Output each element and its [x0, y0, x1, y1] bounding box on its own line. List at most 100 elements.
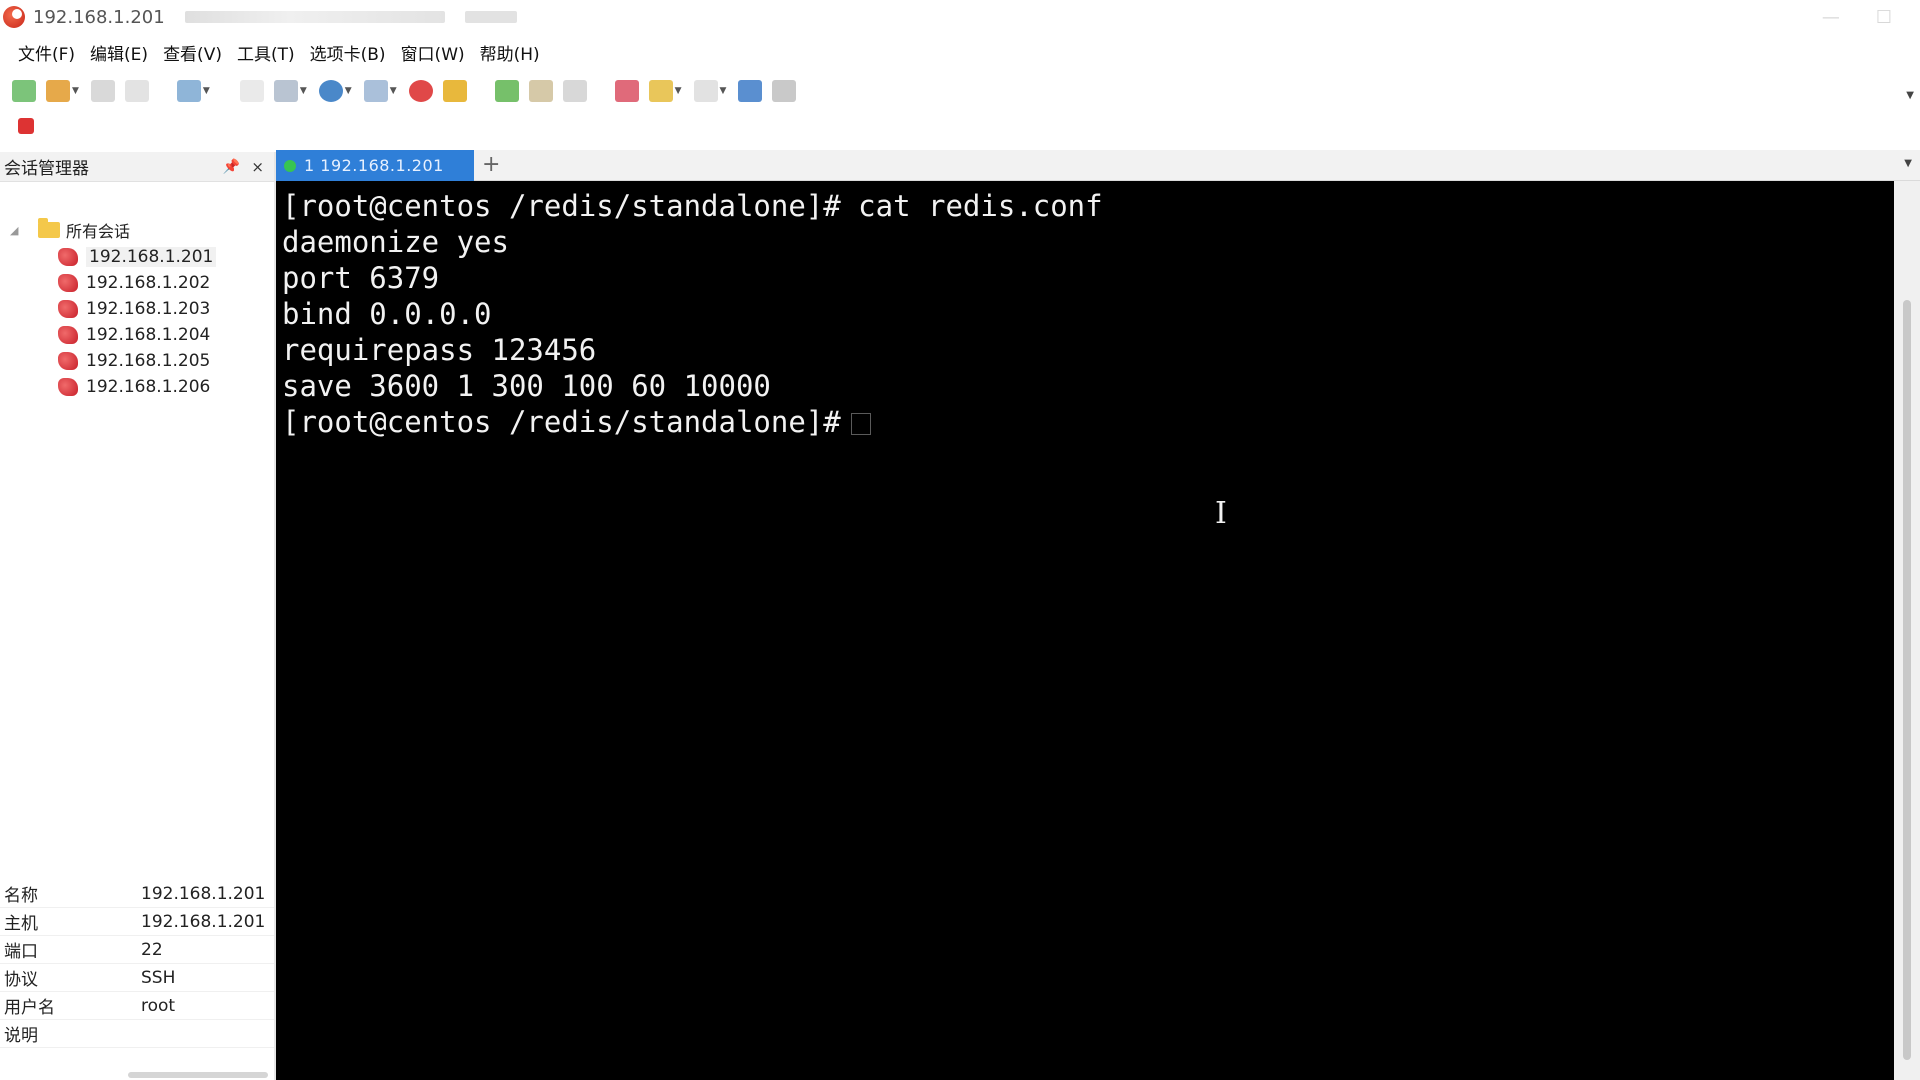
session-icon [58, 274, 78, 292]
chevron-down-icon[interactable]: ▼ [72, 86, 79, 96]
terminal-line: port 6379 [282, 261, 440, 295]
session-list: 192.168.1.201 192.168.1.202 192.168.1.20… [58, 244, 217, 400]
session-icon [58, 300, 78, 318]
session-label: 192.168.1.201 [86, 247, 217, 267]
property-value: root [141, 995, 176, 1016]
session-item[interactable]: 192.168.1.202 [58, 270, 216, 296]
menu-tabs[interactable]: 选项卡(B) [310, 40, 386, 65]
property-row: 说明 [0, 1020, 274, 1048]
property-key: 说明 [4, 1026, 38, 1046]
settings-icon[interactable] [562, 80, 587, 102]
maximize-icon[interactable]: ☐ [1876, 7, 1892, 28]
menu-window[interactable]: 窗口(W) [401, 40, 465, 65]
toolbar-row-2 [18, 118, 34, 139]
window-title: 192.168.1.201 [33, 6, 165, 28]
property-key: 端口 [4, 942, 38, 962]
chevron-down-icon[interactable]: ▼ [345, 86, 352, 96]
property-key: 用户名 [4, 998, 55, 1018]
tab-label: 1 192.168.1.201 [304, 156, 444, 175]
lock-icon[interactable] [408, 80, 433, 102]
menu-help[interactable]: 帮助(H) [480, 40, 540, 65]
tab-list-chevron-icon[interactable]: ▼ [1904, 158, 1912, 169]
session-item[interactable]: 192.168.1.204 [58, 322, 216, 348]
property-value: 192.168.1.201 [141, 883, 266, 904]
property-row: 主机 192.168.1.201 [0, 908, 274, 936]
close-icon[interactable]: × [251, 158, 264, 176]
copy-icon[interactable] [239, 80, 264, 102]
new-tab-button[interactable]: + [482, 152, 500, 177]
text-cursor [850, 413, 871, 435]
terminal-line: requirepass 123456 [282, 333, 597, 367]
ibeam-cursor-icon: I [1215, 496, 1227, 531]
disconnect-icon[interactable] [124, 80, 149, 102]
tab-session-201[interactable]: 1 192.168.1.201 [276, 150, 474, 181]
property-row: 用户名 root [0, 992, 274, 1020]
minimize-icon[interactable]: — [1822, 7, 1840, 28]
sftp-icon[interactable] [494, 80, 519, 102]
session-manager-header: 会话管理器 📌 × [0, 152, 274, 182]
terminal[interactable]: [root@centos /redis/standalone]# cat red… [276, 181, 1894, 1080]
chevron-down-icon[interactable]: ▼ [675, 86, 682, 96]
find-icon[interactable] [363, 80, 388, 102]
property-value: SSH [141, 967, 176, 988]
globe-icon[interactable] [318, 80, 343, 102]
terminal-scrollbar-thumb[interactable] [1903, 300, 1911, 1060]
chevron-down-icon[interactable]: ▼ [203, 86, 210, 96]
menu-tools[interactable]: 工具(T) [237, 40, 295, 65]
session-properties: 名称 192.168.1.201 主机 192.168.1.201 端口 22 … [0, 880, 274, 1080]
menu-edit[interactable]: 编辑(E) [90, 40, 148, 65]
tab-strip: 1 192.168.1.201 + ▼ [276, 150, 1920, 181]
session-tree: ◢ 所有会话 192.168.1.201 192.168.1.202 192.1… [0, 182, 274, 868]
chevron-down-icon[interactable]: ▼ [720, 86, 727, 96]
menu-view[interactable]: 查看(V) [163, 40, 222, 65]
property-key: 协议 [4, 970, 38, 990]
app-logo-icon [3, 6, 25, 28]
print-icon[interactable] [442, 80, 467, 102]
menu-file[interactable]: 文件(F) [18, 40, 75, 65]
session-label: 192.168.1.206 [86, 377, 211, 397]
session-item[interactable]: 192.168.1.203 [58, 296, 216, 322]
script-icon[interactable] [693, 80, 718, 102]
keymap-icon[interactable] [648, 80, 673, 102]
session-icon [58, 248, 78, 266]
bookmark-icon[interactable] [18, 118, 34, 134]
property-value: 22 [141, 939, 163, 960]
tree-root-all-sessions[interactable]: ◢ 所有会话 [10, 218, 130, 242]
transfer-icon[interactable] [528, 80, 553, 102]
horizontal-scrollbar[interactable] [128, 1072, 268, 1078]
terminal-prompt-line: [root@centos /redis/standalone]# [282, 404, 1894, 440]
new-session-icon[interactable] [176, 80, 201, 102]
terminal-line: save 3600 1 300 100 60 10000 [282, 369, 771, 403]
quick-connect-icon[interactable] [46, 80, 70, 102]
tree-root-label: 所有会话 [66, 222, 131, 241]
terminal-line: [root@centos /redis/standalone]# cat red… [282, 189, 1103, 223]
session-item[interactable]: 192.168.1.201 [58, 244, 217, 270]
session-icon [58, 326, 78, 344]
session-icon [58, 378, 78, 396]
toolbar-overflow-icon[interactable]: ▼ [1906, 90, 1914, 101]
folder-icon [38, 218, 60, 238]
window-controls: — ☐ [1822, 7, 1892, 28]
property-row: 端口 22 [0, 936, 274, 964]
property-row: 协议 SSH [0, 964, 274, 992]
session-item[interactable]: 192.168.1.205 [58, 348, 216, 374]
title-blurred-text-2 [464, 11, 517, 23]
collapse-icon[interactable]: ◢ [10, 224, 24, 237]
chevron-down-icon[interactable]: ▼ [300, 86, 307, 96]
color-icon[interactable] [614, 80, 639, 102]
list-icon[interactable] [772, 80, 797, 102]
menu-bar: 文件(F) 编辑(E) 查看(V) 工具(T) 选项卡(B) 窗口(W) 帮助(… [0, 38, 1920, 66]
connected-status-icon [284, 159, 296, 172]
session-item[interactable]: 192.168.1.206 [58, 374, 216, 400]
chevron-down-icon[interactable]: ▼ [390, 86, 397, 96]
pin-icon[interactable]: 📌 [223, 159, 240, 175]
help-icon[interactable] [738, 80, 763, 102]
title-bar: 192.168.1.201 — ☐ [0, 0, 1920, 34]
property-row: 名称 192.168.1.201 [0, 880, 274, 908]
reconnect-icon[interactable] [90, 80, 115, 102]
paste-icon[interactable] [273, 80, 298, 102]
title-blurred-text [184, 11, 445, 23]
session-label: 192.168.1.203 [86, 299, 211, 319]
terminal-line: daemonize yes [282, 225, 509, 259]
connect-icon[interactable] [12, 80, 36, 102]
